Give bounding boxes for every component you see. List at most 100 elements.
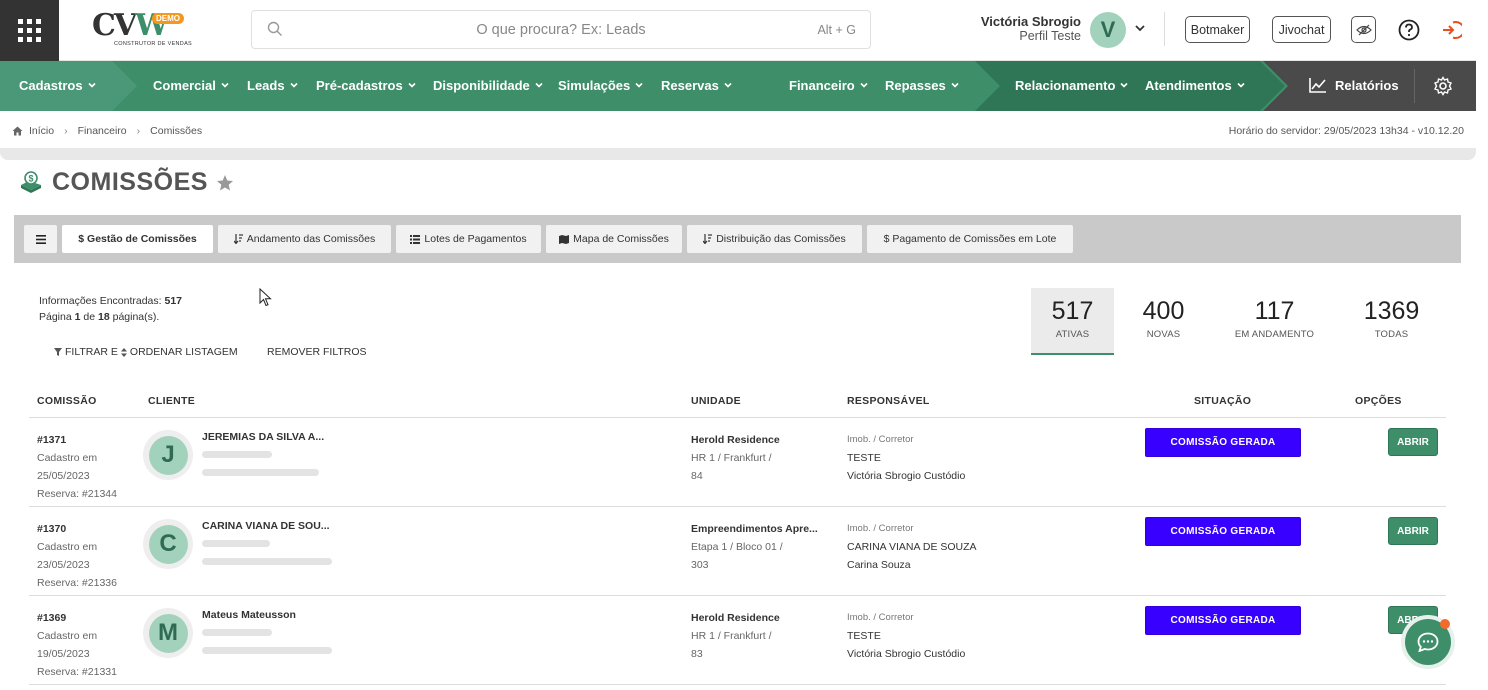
nav-item-leads[interactable]: Leads	[247, 78, 298, 93]
nav-label: Pré-cadastros	[316, 78, 403, 93]
nav-item-simulacoes[interactable]: Simulações	[558, 78, 643, 93]
scrollbar[interactable]	[1476, 0, 1488, 690]
stat-novas[interactable]: 400 NOVAS	[1122, 288, 1205, 355]
nav-item-reservas[interactable]: Reservas	[661, 78, 732, 93]
filter-order-link[interactable]: FILTRAR E ORDENAR LISTAGEM	[54, 346, 238, 358]
responsible-role: Imob. / Corretor	[847, 434, 914, 445]
results-count-label: Informações Encontradas:	[39, 295, 162, 307]
sort-icon	[233, 234, 243, 244]
commission-info: #1369 Cadastro em 19/05/2023 Reserva: #2…	[37, 609, 117, 681]
logout-button[interactable]	[1439, 16, 1463, 43]
sort-icon	[120, 347, 127, 357]
chevron-down-icon[interactable]	[1134, 22, 1146, 34]
column-header-responsavel: RESPONSÁVEL	[847, 395, 930, 407]
nav-label: Comercial	[153, 78, 216, 93]
nav-label: Reservas	[661, 78, 719, 93]
stat-label: TODAS	[1374, 329, 1409, 340]
page-header: $ COMISSÕES	[18, 168, 234, 197]
created-date: 19/05/2023	[37, 648, 90, 660]
search-placeholder: O que procura? Ex: Leads	[476, 22, 646, 38]
nav-item-comercial[interactable]: Comercial	[153, 78, 229, 93]
stat-value: 517	[1051, 297, 1094, 325]
nav-label: Financeiro	[789, 78, 855, 93]
tab-lotes-pagamentos[interactable]: Lotes de Pagamentos	[396, 225, 541, 253]
chevron-down-icon	[221, 82, 229, 88]
botmaker-button[interactable]: Botmaker	[1185, 16, 1250, 43]
apps-menu-button[interactable]	[0, 0, 59, 61]
search-input[interactable]: O que procura? Ex: Leads Alt + G	[251, 10, 871, 49]
tab-label: Distribuição das Comissões	[716, 233, 846, 245]
user-name[interactable]: Victória Sbrogio	[981, 14, 1081, 29]
redacted-phone	[202, 451, 272, 458]
unit-name: Empreendimentos Apre...	[691, 523, 818, 535]
status-badge[interactable]: COMISSÃO GERADA	[1145, 606, 1301, 635]
tabs-menu-button[interactable]	[24, 225, 57, 253]
nav-item-financeiro[interactable]: Financeiro	[789, 78, 868, 93]
nav-item-relacionamento[interactable]: Relacionamento	[1015, 78, 1128, 93]
tab-distribuicao-comissoes[interactable]: Distribuição das Comissões	[687, 225, 862, 253]
page-suffix: página(s).	[112, 310, 160, 323]
responsible-agency: CARINA VIANA DE SOUZA	[847, 541, 977, 553]
reserva-ref: Reserva: #21344	[37, 488, 117, 500]
notification-dot	[1440, 619, 1450, 629]
tab-andamento-comissoes[interactable]: Andamento das Comissões	[218, 225, 391, 253]
nav-item-atendimentos[interactable]: Atendimentos	[1145, 78, 1245, 93]
tab-label: $ Pagamento de Comissões em Lote	[883, 233, 1057, 245]
order-label: ORDENAR LISTAGEM	[129, 346, 238, 358]
nav-label: Cadastros	[19, 78, 83, 93]
reserva-ref: Reserva: #21331	[37, 666, 117, 678]
commission-id[interactable]: #1370	[37, 523, 66, 535]
responsible-role: Imob. / Corretor	[847, 523, 914, 534]
unit-location: HR 1 / Frankfurt /	[691, 630, 772, 642]
logo[interactable]: CVW DEMO CONSTRUTOR DE VENDAS	[92, 10, 192, 50]
nav-item-disponibilidade[interactable]: Disponibilidade	[433, 78, 543, 93]
open-button[interactable]: ABRIR	[1388, 428, 1438, 456]
redacted-email	[202, 558, 332, 565]
unit-location: Etapa 1 / Bloco 01 /	[691, 541, 783, 553]
redacted-email	[202, 469, 319, 476]
breadcrumb-financeiro[interactable]: Financeiro	[78, 125, 127, 137]
client-name[interactable]: CARINA VIANA DE SOU...	[202, 520, 330, 532]
page-info: Página 1 de 18 página(s).	[39, 310, 182, 326]
redacted-phone	[202, 629, 272, 636]
user-avatar[interactable]: V	[1090, 12, 1126, 48]
responsible-broker: Carina Souza	[847, 559, 911, 571]
client-name[interactable]: Mateus Mateusson	[202, 609, 296, 621]
column-header-situacao: SITUAÇÃO	[1194, 395, 1252, 407]
created-label: Cadastro em	[37, 452, 98, 464]
nav-label: Relatórios	[1335, 77, 1399, 93]
nav-item-relatorios[interactable]: Relatórios	[1309, 77, 1399, 93]
breadcrumb-home[interactable]: Início	[29, 125, 54, 137]
commission-id[interactable]: #1371	[37, 434, 66, 446]
nav-item-repasses[interactable]: Repasses	[885, 78, 959, 93]
remove-filters-link[interactable]: REMOVER FILTROS	[267, 346, 367, 358]
open-button[interactable]: ABRIR	[1388, 517, 1438, 545]
unit-info: Herold Residence HR 1 / Frankfurt / 84	[691, 431, 780, 485]
tab-gestao-comissoes[interactable]: $ Gestão de Comissões	[62, 225, 213, 253]
responsible-broker: Victória Sbrogio Custódio	[847, 648, 966, 660]
money-hand-icon: $	[21, 170, 41, 193]
nav-item-cadastros[interactable]: Cadastros	[19, 78, 96, 93]
status-badge[interactable]: COMISSÃO GERADA	[1145, 428, 1301, 457]
privacy-eye-button[interactable]	[1351, 16, 1376, 43]
status-badge[interactable]: COMISSÃO GERADA	[1145, 517, 1301, 546]
breadcrumb: Início › Financeiro › Comissões	[12, 125, 202, 137]
eye-off-icon	[1355, 24, 1372, 35]
tab-mapa-comissoes[interactable]: Mapa de Comissões	[546, 225, 682, 253]
stat-ativas[interactable]: 517 ATIVAS	[1031, 288, 1114, 355]
tab-pagamento-lote[interactable]: $ Pagamento de Comissões em Lote	[867, 225, 1073, 253]
client-name[interactable]: JEREMIAS DA SILVA A...	[202, 431, 324, 443]
nav-item-pre-cadastros[interactable]: Pré-cadastros	[316, 78, 416, 93]
page-title: COMISSÕES	[52, 168, 208, 196]
help-button[interactable]	[1397, 16, 1421, 43]
stat-em-andamento[interactable]: 117 EM ANDAMENTO	[1233, 288, 1316, 355]
jivochat-button[interactable]: Jivochat	[1272, 16, 1331, 43]
chat-bubble-icon	[1417, 632, 1439, 652]
stat-todas[interactable]: 1369 TODAS	[1350, 288, 1433, 355]
favorite-star-icon[interactable]	[216, 174, 234, 192]
sort-icon	[703, 234, 713, 244]
gear-icon[interactable]	[1433, 76, 1453, 96]
responsible-broker: Victória Sbrogio Custódio	[847, 470, 966, 482]
commission-id[interactable]: #1369	[37, 612, 66, 624]
stat-label: ATIVAS	[1055, 329, 1090, 340]
